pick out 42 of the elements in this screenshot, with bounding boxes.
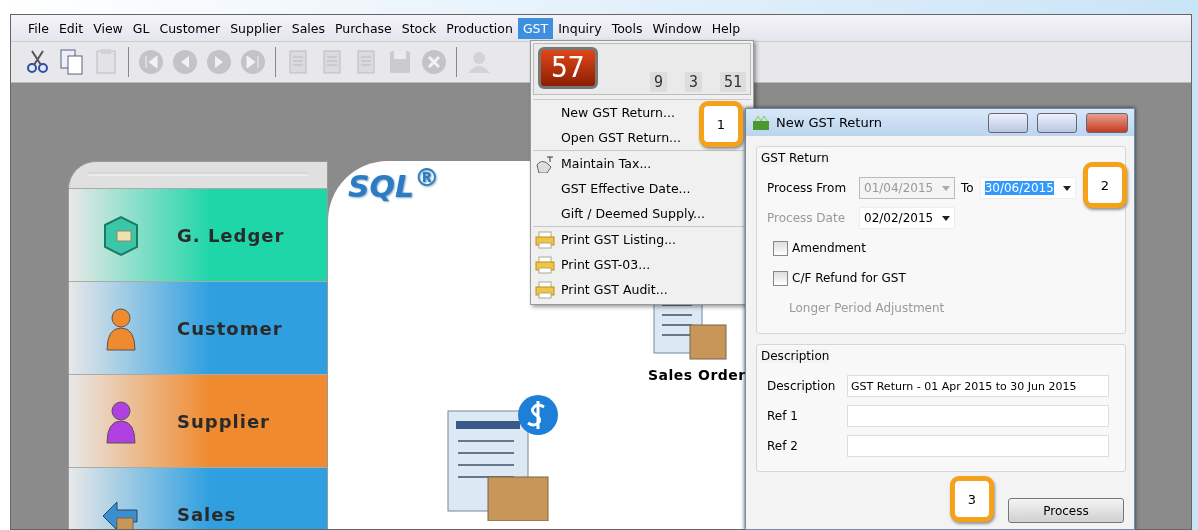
menu-item[interactable]: Help [706, 17, 746, 39]
checkbox-label: C/F Refund for GST [792, 271, 906, 285]
menu-item[interactable]: Edit [53, 17, 89, 39]
field-label: Process Date [767, 211, 847, 225]
sidebar-item[interactable]: Supplier [69, 374, 327, 467]
clock-hours: 57 [538, 47, 598, 89]
menu-item[interactable]: Tools [606, 17, 648, 39]
menu-item[interactable]: File [23, 17, 54, 39]
option-label: Longer Period Adjustment [789, 300, 946, 317]
field-label: To [961, 181, 974, 195]
text-field[interactable]: GST Return - 01 Apr 2015 to 30 Jun 2015 [847, 375, 1109, 397]
checkbox-label: Amendment [792, 241, 866, 255]
menu-item[interactable]: Window [647, 17, 707, 39]
menu-item[interactable]: Stock [396, 17, 442, 39]
menu-item[interactable]: Production [441, 17, 518, 39]
menu-item[interactable]: Inquiry [553, 17, 607, 39]
step-callout: 1 [699, 101, 743, 147]
clock-digits: 3 [684, 72, 702, 92]
sidebar-item[interactable]: G. Ledger [69, 188, 327, 281]
field-label: Ref 1 [767, 409, 799, 423]
menu-item[interactable]: Supplier [225, 17, 287, 39]
menu-item[interactable]: View [88, 17, 128, 39]
field-label: Description [767, 379, 837, 393]
canvas-item-label[interactable]: Sales Order [648, 367, 746, 383]
step-callout: 3 [950, 476, 994, 522]
sidebar-item[interactable]: Customer [69, 281, 327, 374]
menu-item[interactable]: GL [127, 17, 155, 39]
menu-item[interactable]: Sales [286, 17, 330, 39]
date-dropdown[interactable]: 02/02/2015 [859, 207, 955, 229]
window-title: New GST Return [776, 115, 884, 130]
group-title: GST Return [761, 151, 829, 165]
process-button[interactable]: Process [1008, 498, 1124, 523]
sidebar-item[interactable]: Sales [69, 467, 327, 529]
group-title: Description [761, 349, 830, 363]
menu-item[interactable]: Purchase [330, 17, 397, 39]
step-callout: 2 [1083, 162, 1127, 208]
field-label: Process From [767, 181, 848, 195]
logo: SQL$^{®}$ [348, 163, 440, 204]
menu-item[interactable]: Customer [154, 17, 226, 39]
clock-digits: 51 [719, 72, 746, 92]
field-label: Ref 2 [767, 439, 799, 453]
clock-digits: 9 [649, 72, 667, 92]
